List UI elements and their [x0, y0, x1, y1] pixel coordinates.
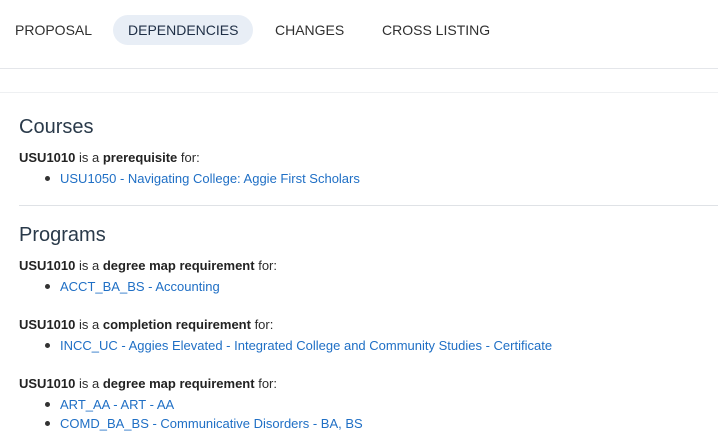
dependency-statement: USU1010 is a degree map requirement for:: [19, 258, 277, 273]
bullet-icon: [45, 421, 50, 427]
section-divider: [19, 205, 718, 206]
tab-cross-listing[interactable]: CROSS LISTING: [367, 15, 505, 45]
course-link[interactable]: USU1050 - Navigating College: Aggie Firs…: [60, 171, 360, 186]
for-text: for:: [180, 150, 200, 165]
course-code: USU1010: [19, 150, 76, 165]
program-link[interactable]: ART_AA - ART - AA: [60, 397, 174, 412]
bullet-icon: [45, 176, 50, 182]
list-item: INCC_UC - Aggies Elevated - Integrated C…: [45, 338, 552, 353]
bullet-icon: [45, 343, 50, 349]
list-item: ACCT_BA_BS - Accounting: [45, 279, 220, 294]
program-link[interactable]: INCC_UC - Aggies Elevated - Integrated C…: [60, 338, 552, 353]
for-text: for:: [258, 376, 277, 391]
relation-type: completion requirement: [102, 317, 251, 332]
tab-proposal[interactable]: PROPOSAL: [0, 15, 107, 45]
relation-type: prerequisite: [102, 150, 178, 165]
bullet-icon: [45, 284, 50, 290]
bullet-icon: [45, 402, 50, 408]
for-text: for:: [254, 317, 274, 332]
is-a-text: is a: [79, 376, 100, 391]
tab-bar: PROPOSAL DEPENDENCIES CHANGES CROSS LIST…: [0, 0, 718, 69]
dependency-statement: USU1010 is a completion requirement for:: [19, 317, 273, 332]
list-item: ART_AA - ART - AA: [45, 397, 174, 412]
list-item: COMD_BA_BS - Communicative Disorders - B…: [45, 416, 363, 431]
dependency-statement: USU1010 is a degree map requirement for:: [19, 376, 277, 391]
program-link[interactable]: COMD_BA_BS - Communicative Disorders - B…: [60, 416, 363, 431]
list-item: USU1050 - Navigating College: Aggie Firs…: [45, 171, 360, 186]
courses-section-title: Courses: [19, 116, 94, 138]
course-code: USU1010: [19, 317, 76, 332]
dependency-statement: USU1010 is a prerequisite for:: [19, 150, 200, 165]
course-code: USU1010: [19, 376, 76, 391]
course-code: USU1010: [19, 258, 76, 273]
program-link[interactable]: ACCT_BA_BS - Accounting: [60, 279, 220, 294]
tab-dependencies[interactable]: DEPENDENCIES: [113, 15, 254, 45]
is-a-text: is a: [79, 150, 100, 165]
is-a-text: is a: [79, 317, 100, 332]
relation-type: degree map requirement: [102, 376, 255, 391]
for-text: for:: [258, 258, 277, 273]
content-top-divider: [0, 92, 718, 93]
programs-section-title: Programs: [19, 224, 106, 246]
is-a-text: is a: [79, 258, 100, 273]
tab-changes[interactable]: CHANGES: [260, 15, 359, 45]
relation-type: degree map requirement: [102, 258, 255, 273]
